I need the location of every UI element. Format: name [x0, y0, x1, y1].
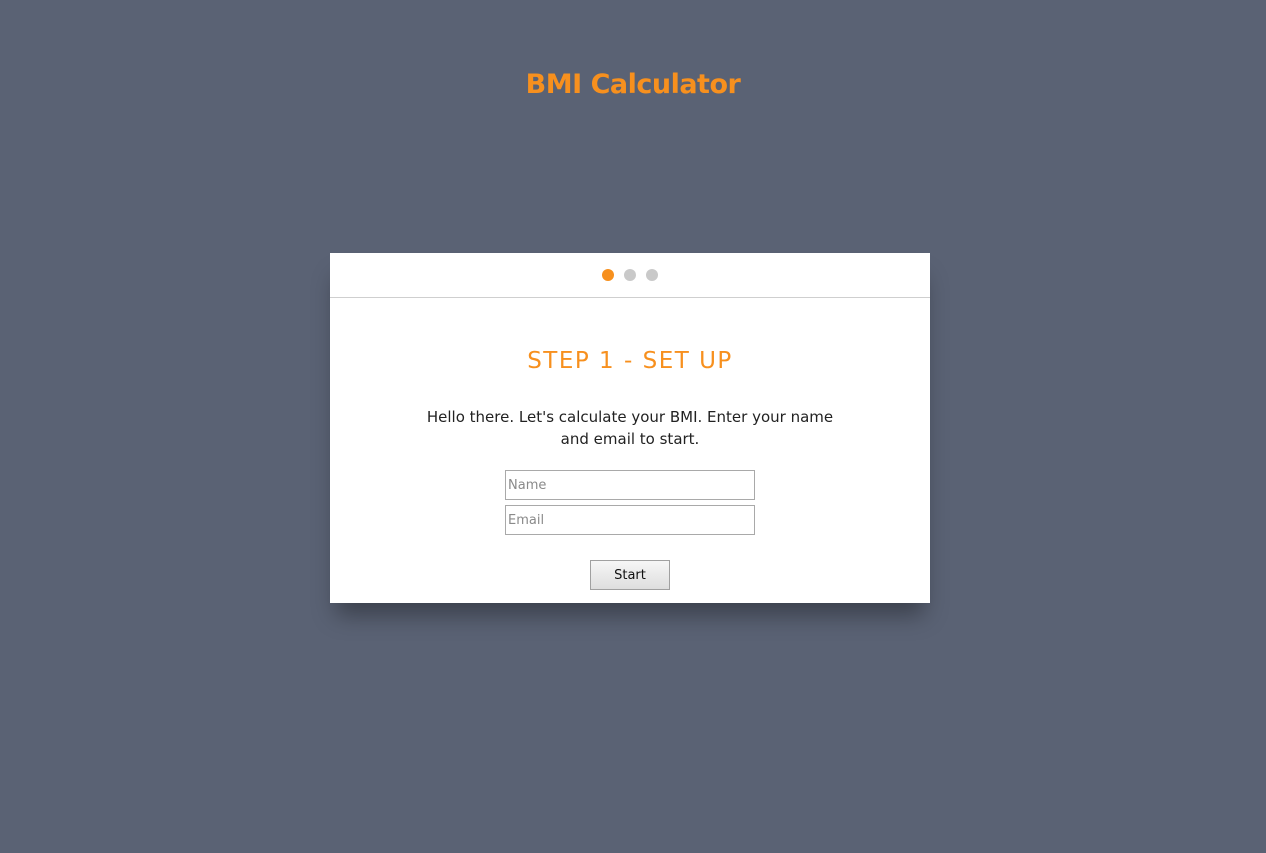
step-dot-3 — [646, 269, 658, 281]
app-title: BMI Calculator — [525, 69, 741, 100]
wizard-card: STEP 1 - SET UP Hello there. Let's calcu… — [330, 253, 930, 603]
start-button[interactable]: Start — [590, 560, 670, 590]
step-dot-1 — [602, 269, 614, 281]
step-title: STEP 1 - SET UP — [527, 348, 733, 374]
step-indicator — [330, 253, 930, 298]
step-dot-2 — [624, 269, 636, 281]
email-input[interactable] — [505, 505, 755, 535]
intro-text: Hello there. Let's calculate your BMI. E… — [426, 408, 834, 448]
name-input[interactable] — [505, 470, 755, 500]
